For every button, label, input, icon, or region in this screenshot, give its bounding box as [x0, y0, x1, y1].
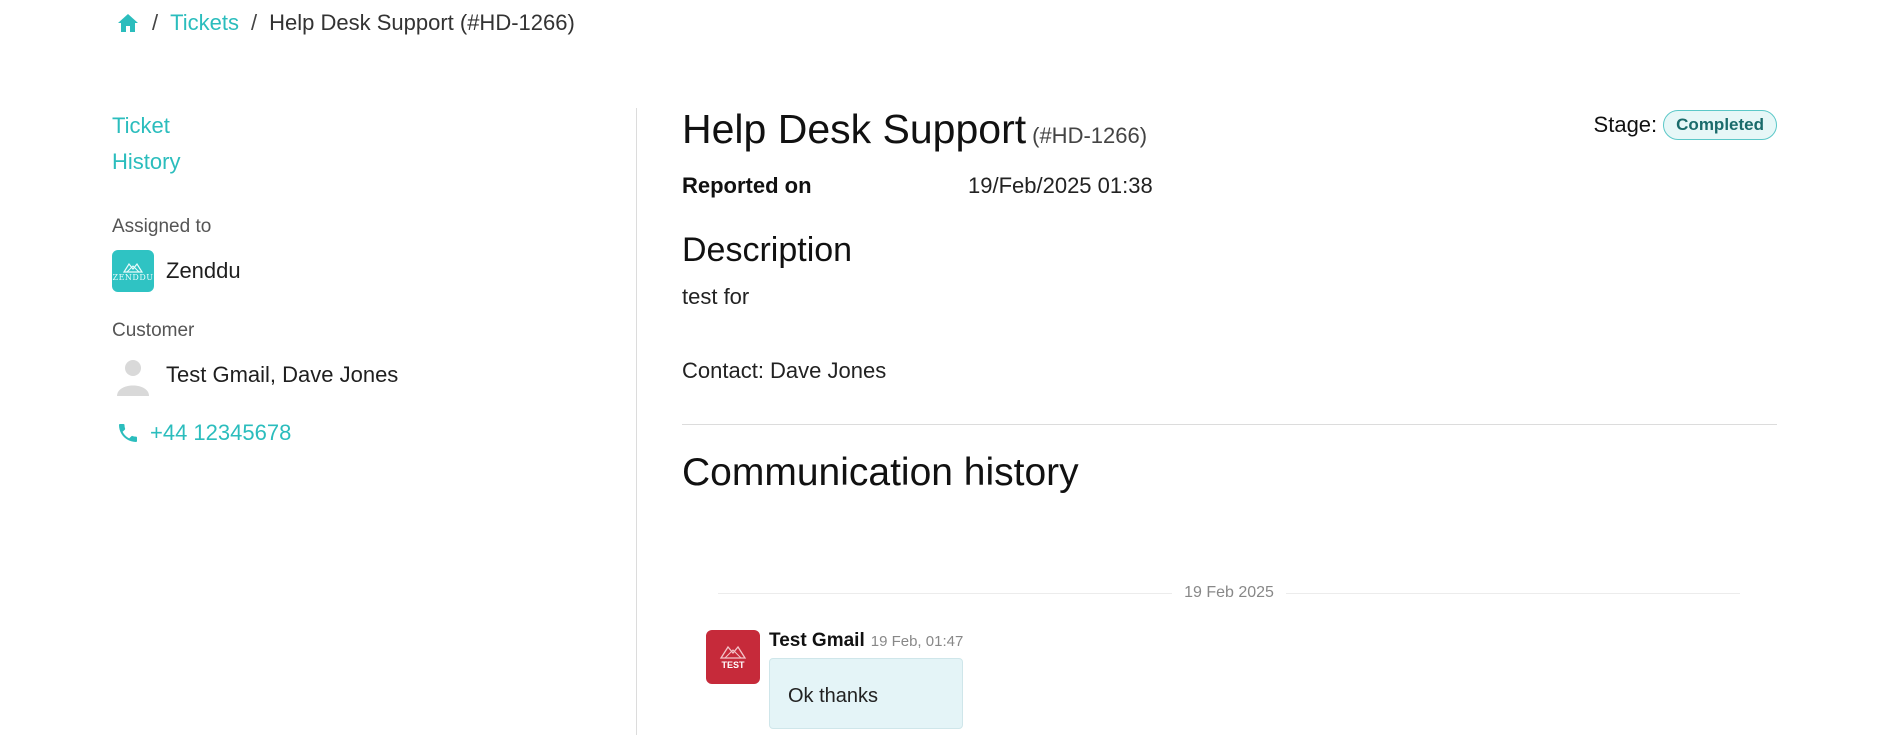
stage: Stage: Completed	[1594, 110, 1777, 140]
message-avatar: TEST	[706, 630, 760, 684]
breadcrumb: / Tickets / Help Desk Support (#HD-1266)	[116, 8, 575, 38]
section-divider	[682, 424, 1777, 425]
message-sender: Test Gmail	[769, 630, 865, 651]
sidebar: Ticket History Assigned to ZENDDU Zenddu…	[112, 108, 592, 446]
reported-on-value: 19/Feb/2025 01:38	[968, 173, 1153, 198]
description-title: Description	[682, 231, 853, 269]
ticket-main: Help Desk Support (#HD-1266) Stage: Comp…	[682, 106, 1777, 729]
message-header: Test Gmail 19 Feb, 01:47	[769, 630, 963, 652]
ticket-code: (#HD-1266)	[1032, 123, 1148, 148]
reported-on-row: Reported on 19/Feb/2025 01:38	[682, 173, 1777, 199]
sidebar-link-history[interactable]: History	[112, 144, 592, 180]
communication-history-title: Communication history	[682, 451, 1079, 494]
breadcrumb-separator: /	[152, 10, 159, 35]
stage-label: Stage:	[1593, 112, 1658, 137]
user-silhouette-icon	[117, 360, 149, 396]
phone-row[interactable]: +44 12345678	[112, 420, 592, 446]
ticket-page: / Tickets / Help Desk Support (#HD-1266)…	[0, 0, 1884, 735]
ticket-title: Help Desk Support	[682, 106, 1027, 152]
breadcrumb-tickets-link[interactable]: Tickets	[170, 10, 239, 36]
breadcrumb-current: Help Desk Support (#HD-1266)	[269, 10, 575, 35]
message-avatar-text: TEST	[721, 660, 745, 670]
stage-badge: Completed	[1663, 110, 1777, 140]
phone-icon	[119, 424, 137, 442]
message-body: Test Gmail 19 Feb, 01:47 Ok thanks	[769, 630, 964, 729]
date-divider-text: 19 Feb 2025	[1184, 584, 1274, 601]
logo-icon	[122, 262, 144, 273]
sidebar-link-ticket[interactable]: Ticket	[112, 108, 592, 144]
date-divider-line	[718, 592, 1173, 594]
date-divider-line	[1285, 592, 1741, 594]
customer-phone[interactable]: +44 12345678	[150, 420, 291, 446]
assigned-to-label: Assigned to	[112, 216, 212, 237]
assignee-avatar: ZENDDU	[112, 250, 154, 292]
home-icon[interactable]	[116, 11, 140, 35]
message-time: 19 Feb, 01:47	[870, 633, 964, 650]
customer-label: Customer	[112, 320, 195, 341]
assignee: ZENDDU Zenddu	[112, 250, 592, 292]
breadcrumb-separator: /	[250, 10, 258, 35]
vertical-divider	[636, 108, 637, 735]
customer: Test Gmail, Dave Jones	[112, 354, 592, 396]
customer-name: Test Gmail, Dave Jones	[166, 362, 399, 387]
message-bubble: Ok thanks	[769, 658, 964, 729]
date-divider: 19 Feb 2025	[718, 584, 1741, 602]
message-item: TEST Test Gmail 19 Feb, 01:47 Ok thanks	[706, 630, 964, 729]
description-text: test for	[682, 284, 750, 309]
reported-on-label: Reported on	[682, 173, 812, 198]
assignee-name: Zenddu	[166, 258, 241, 283]
logo-icon	[719, 645, 747, 659]
assignee-avatar-text: ZENDDU	[112, 272, 154, 282]
description-contact: Contact: Dave Jones	[682, 358, 887, 383]
